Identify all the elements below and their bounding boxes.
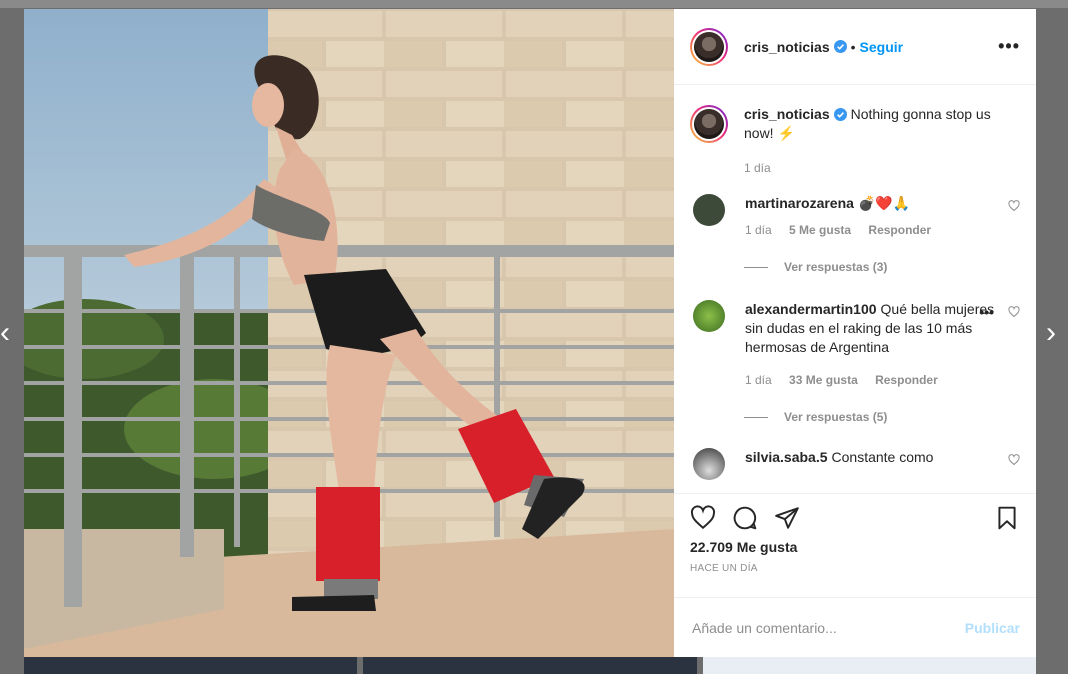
comment-meta: 1 día 5 Me gusta Responder (745, 221, 995, 240)
comment-avatar[interactable] (693, 448, 725, 480)
caption-username[interactable]: cris_noticias (744, 106, 830, 122)
comments-list[interactable]: cris_noticias Nothing gonna stop us now! … (674, 85, 1036, 493)
comment-body: martinarozarena 💣❤️🙏 1 día 5 Me gusta Res… (745, 194, 995, 240)
caption-meta: 1 día (744, 159, 1020, 178)
post-time-ago[interactable]: HACE UN DÍA (690, 563, 1020, 574)
more-options-icon[interactable]: ••• (998, 36, 1020, 57)
verified-icon (833, 40, 847, 53)
post-caption: cris_noticias Nothing gonna stop us now! … (690, 105, 1020, 178)
comment-item: alexandermartin100 Qué bella mujeres sin … (690, 300, 1020, 390)
comment-avatar[interactable] (693, 300, 725, 332)
background-thumbnails (24, 657, 1036, 674)
avatar-image (694, 109, 724, 139)
like-heart-icon[interactable] (690, 505, 716, 531)
post-header: cris_noticias • Seguir ••• (674, 9, 1036, 85)
save-bookmark-icon[interactable] (994, 505, 1020, 531)
comment-bubble-icon[interactable] (732, 505, 758, 531)
comment-input[interactable] (690, 618, 965, 637)
post-modal: cris_noticias • Seguir ••• cris_noticias… (24, 9, 1036, 657)
author-username[interactable]: cris_noticias (744, 39, 830, 55)
avatar-inner (692, 29, 726, 64)
comment-username[interactable]: silvia.saba.5 (745, 449, 828, 465)
thumbnail (24, 657, 358, 674)
previous-post-arrow-icon[interactable]: ‹ (0, 318, 10, 348)
like-comment-heart-icon[interactable] (1008, 306, 1020, 318)
post-side-panel: cris_noticias • Seguir ••• cris_noticias… (674, 9, 1036, 657)
view-replies-label: Ver respuestas (3) (784, 260, 888, 274)
reply-button[interactable]: Responder (868, 223, 931, 237)
next-post-arrow-icon[interactable]: › (1046, 318, 1056, 348)
author-avatar[interactable] (690, 27, 728, 66)
header-separator: • (850, 38, 856, 55)
comment-likes[interactable]: 5 Me gusta (789, 223, 851, 237)
post-actions: 22.709 Me gusta HACE UN DÍA (674, 493, 1036, 597)
verified-icon (833, 108, 847, 121)
comment-body: silvia.saba.5 Constante como (745, 448, 995, 480)
replies-divider (744, 266, 768, 268)
comment-time[interactable]: 1 día (745, 373, 772, 387)
follow-button[interactable]: Seguir (860, 39, 904, 55)
comment-likes[interactable]: 33 Me gusta (789, 373, 858, 387)
avatar-image (694, 31, 724, 62)
likes-count[interactable]: 22.709 Me gusta (690, 539, 1020, 555)
comment-options-icon[interactable]: ••• (979, 304, 994, 320)
photo-illustration (24, 9, 674, 657)
view-replies-label: Ver respuestas (5) (784, 410, 888, 424)
comment-item: martinarozarena 💣❤️🙏 1 día 5 Me gusta Res… (690, 194, 1020, 240)
comment-text: Constante como (831, 449, 934, 465)
view-replies-button[interactable]: Ver respuestas (3) (744, 260, 1020, 274)
caption-avatar[interactable] (690, 105, 728, 143)
comment-item: silvia.saba.5 Constante como (690, 448, 1020, 480)
caption-time[interactable]: 1 día (744, 161, 771, 175)
thumbnail (702, 657, 1036, 674)
caption-text-block: cris_noticias Nothing gonna stop us now! … (744, 105, 1020, 178)
comment-body: alexandermartin100 Qué bella mujeres sin … (745, 300, 995, 390)
post-photo[interactable] (24, 9, 674, 657)
replies-divider (744, 416, 768, 418)
reply-button[interactable]: Responder (875, 373, 938, 387)
comment-text: 💣❤️🙏 (857, 195, 911, 211)
like-comment-heart-icon[interactable] (1008, 200, 1020, 212)
thumbnail (363, 657, 697, 674)
share-paper-plane-icon[interactable] (774, 505, 800, 531)
comment-username[interactable]: martinarozarena (745, 195, 854, 211)
avatar-inner (692, 107, 726, 141)
comment-avatar[interactable] (693, 194, 725, 226)
comment-meta: 1 día 33 Me gusta Responder (745, 371, 995, 390)
comment-username[interactable]: alexandermartin100 (745, 301, 877, 317)
comment-time[interactable]: 1 día (745, 223, 772, 237)
add-comment-bar: Publicar (674, 597, 1036, 657)
like-comment-heart-icon[interactable] (1008, 454, 1020, 466)
backdrop-strip (0, 0, 1068, 8)
publish-button[interactable]: Publicar (965, 620, 1020, 636)
action-icons-row (690, 494, 1020, 542)
view-replies-button[interactable]: Ver respuestas (5) (744, 410, 1020, 424)
